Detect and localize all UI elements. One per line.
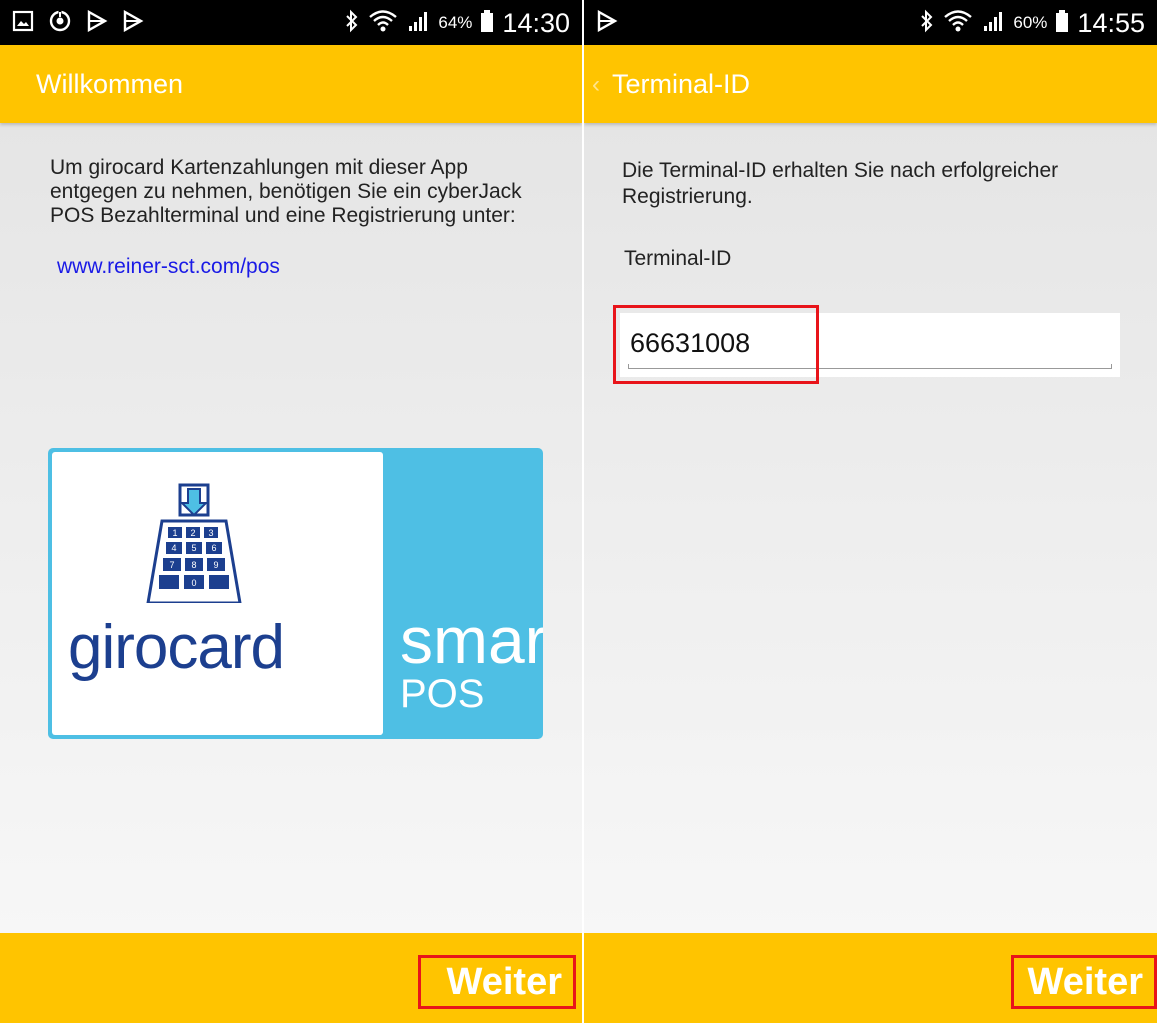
keypad-digit: 4 xyxy=(171,543,176,553)
status-bar: 60% 14:55 xyxy=(584,0,1157,45)
image-icon xyxy=(12,10,34,37)
battery-percentage: 64% xyxy=(438,13,473,32)
content-area: Um girocard Kartenzahlungen mit dieser A… xyxy=(0,123,582,933)
welcome-screen: 64% 14:30 Willkommen Um girocard Kartenz… xyxy=(0,0,582,1023)
terminal-id-screen: 60% 14:55 ‹ Terminal-ID Die Terminal-ID … xyxy=(584,0,1157,1023)
keypad-digit: 9 xyxy=(213,560,218,570)
next-button[interactable]: Weiter xyxy=(1028,961,1143,1004)
bottom-bar: Weiter xyxy=(0,933,582,1023)
app-bar: Willkommen xyxy=(0,45,582,123)
logo-product-text: smart xyxy=(400,603,543,677)
field-underline xyxy=(628,364,1112,369)
bluetooth-icon xyxy=(344,9,360,38)
battery-percentage: 60% xyxy=(1013,13,1048,32)
status-time: 14:30 xyxy=(502,7,570,38)
content-area: Die Terminal-ID erhalten Sie nach erfolg… xyxy=(584,123,1157,933)
status-time: 14:55 xyxy=(1077,7,1145,38)
signal-icon xyxy=(406,9,430,38)
keypad-digit: 8 xyxy=(191,560,196,570)
terminal-id-label: Terminal-ID xyxy=(624,247,732,270)
terminal-id-field xyxy=(620,313,1120,377)
logo-subproduct-text: POS xyxy=(400,672,485,716)
wifi-icon xyxy=(368,8,398,39)
play-store-icon xyxy=(596,9,618,37)
keypad-digit: 3 xyxy=(208,528,213,538)
registration-link[interactable]: www.reiner-sct.com/pos xyxy=(57,255,280,279)
keypad-digit: 0 xyxy=(191,578,196,588)
play-store-icon xyxy=(86,9,108,37)
battery-icon xyxy=(480,9,494,38)
signal-icon xyxy=(981,9,1005,38)
wifi-icon xyxy=(943,8,973,39)
keypad-digit: 7 xyxy=(169,560,174,570)
girocard-smart-pos-logo: 1 2 3 4 5 6 7 8 9 0 girocard smart POS xyxy=(48,448,543,739)
play-store-icon xyxy=(122,9,144,37)
keypad-digit: 5 xyxy=(191,543,196,553)
terminal-id-input[interactable] xyxy=(630,323,1100,363)
bottom-bar: Weiter xyxy=(584,933,1157,1023)
keypad-digit: 2 xyxy=(190,528,195,538)
page-title: Terminal-ID xyxy=(612,69,751,99)
next-button[interactable]: Weiter xyxy=(447,961,562,1004)
intro-text: Um girocard Kartenzahlungen mit dieser A… xyxy=(50,156,522,227)
battery-icon xyxy=(1055,9,1069,38)
chevron-left-icon[interactable]: ‹ xyxy=(592,71,600,99)
status-bar: 64% 14:30 xyxy=(0,0,582,45)
card-terminal-icon: 1 2 3 4 5 6 7 8 9 0 xyxy=(146,483,242,603)
description-text: Die Terminal-ID erhalten Sie nach erfolg… xyxy=(622,159,1059,208)
keypad-digit: 6 xyxy=(211,543,216,553)
page-title: Willkommen xyxy=(36,69,184,99)
sync-icon xyxy=(48,9,72,38)
bluetooth-icon xyxy=(919,9,935,38)
keypad-digit: 1 xyxy=(172,528,177,538)
logo-brand-text: girocard xyxy=(68,613,285,682)
app-bar: ‹ Terminal-ID xyxy=(584,45,1157,123)
